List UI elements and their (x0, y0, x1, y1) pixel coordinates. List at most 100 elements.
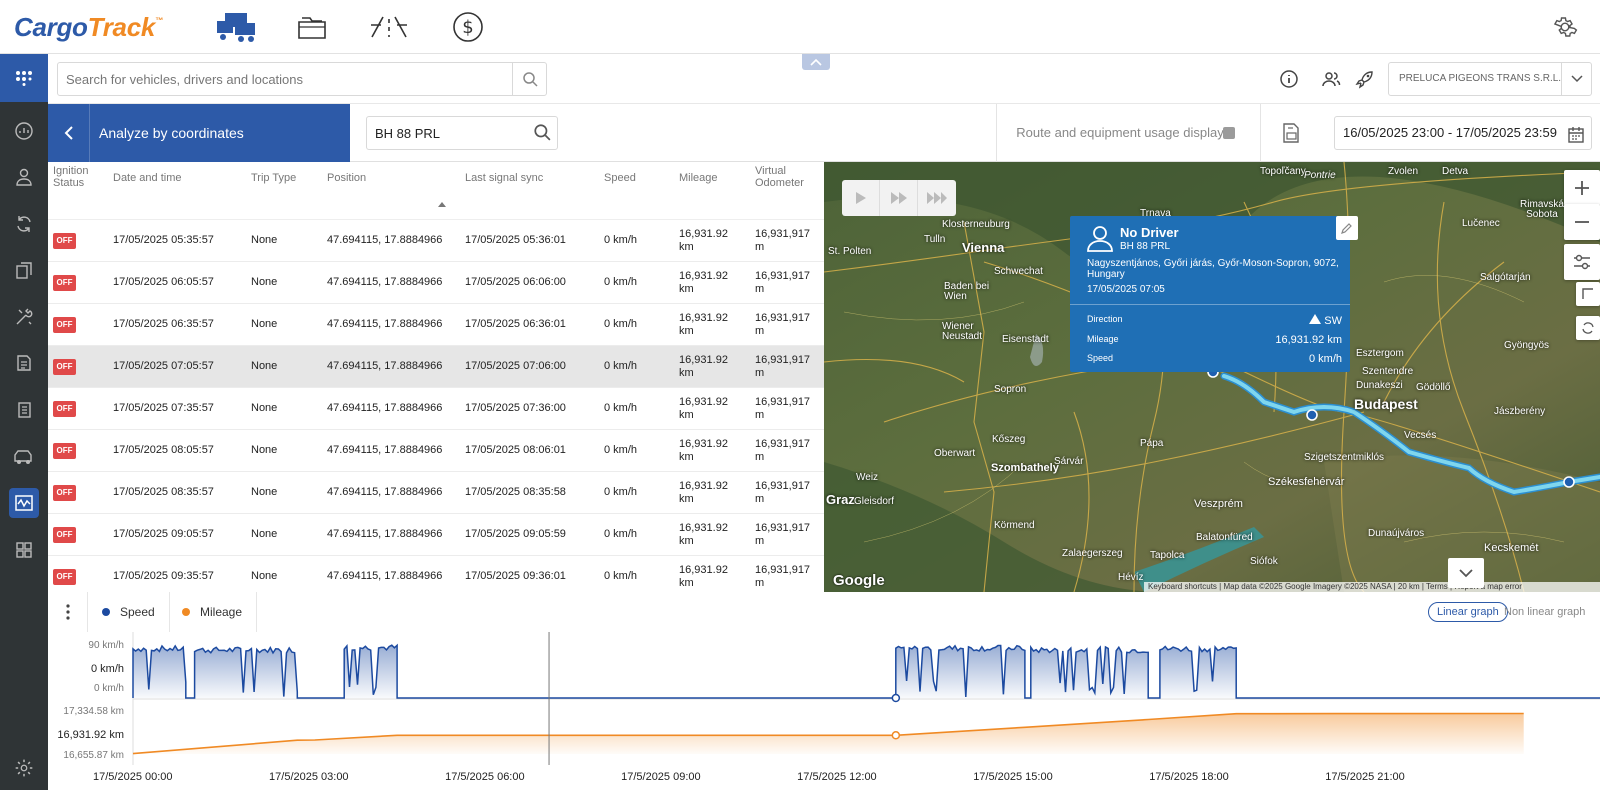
table-row[interactable]: OFF 17/05/2025 08:35:57 None 47.694115, 17.… (48, 472, 824, 514)
cell-trip: None (251, 570, 278, 582)
table-row[interactable]: OFF 17/05/2025 09:05:57 None 47.694115, 17.… (48, 514, 824, 556)
vehicle-input[interactable] (375, 117, 525, 149)
route-mode-select[interactable]: Route and equipment usage display (996, 104, 1242, 162)
popup-address: Nagyszentjános, Győri járás, Győr-Moson-… (1087, 258, 1339, 280)
cell-position: 47.694115, 17.8884966 (327, 570, 443, 582)
map-attribution[interactable]: Keyboard shortcuts | Map data ©2025 Goog… (1144, 582, 1600, 592)
mileage-dot-icon (182, 608, 190, 616)
col-odometer[interactable]: Virtual Odometer (755, 165, 815, 189)
documents-icon[interactable] (12, 259, 36, 283)
cell-mileage: 16,931.92 km (679, 270, 728, 295)
user-icon[interactable] (12, 165, 36, 189)
date-range-picker[interactable]: 16/05/2025 23:00 - 17/05/2025 23:59 (1334, 116, 1592, 150)
search-input[interactable] (66, 63, 506, 95)
users-icon[interactable] (1320, 68, 1342, 90)
col-mileage[interactable]: Mileage (679, 172, 718, 184)
cell-mileage: 16,931.92 km (679, 396, 728, 421)
toolbar: Route and equipment usage display 16/05/… (350, 104, 1600, 162)
map-settings-button[interactable] (1564, 244, 1600, 280)
cargotrack-logo[interactable]: CargoTrack™ (14, 12, 163, 43)
dollar-icon[interactable]: $ (446, 10, 490, 44)
mileage-axis-bottom: 16,655.87 km (63, 750, 124, 761)
search-icon[interactable] (533, 123, 553, 143)
map-label-schwechat: Schwechat (994, 266, 1043, 277)
table-row[interactable]: OFF 17/05/2025 08:05:57 None 47.694115, 17.… (48, 430, 824, 472)
col-datetime[interactable]: Date and time (113, 172, 181, 184)
trucks-icon[interactable] (214, 10, 258, 44)
map[interactable]: Vienna Budapest Graz Szombathely Kloster… (824, 162, 1600, 592)
vehicle-search-box (366, 116, 558, 150)
x-tick-label: 17/5/2025 06:00 (445, 771, 525, 783)
pencil-icon (1341, 223, 1352, 234)
cell-trip: None (251, 234, 278, 246)
col-position[interactable]: Position (327, 172, 366, 184)
company-select[interactable]: PRELUCA PIGEONS TRANS S.R.L. (1388, 62, 1592, 96)
collapse-header-button[interactable] (802, 54, 830, 70)
cell-mileage: 16,931.92 km (679, 522, 728, 547)
reports-icon[interactable] (12, 351, 36, 375)
play-button[interactable] (842, 180, 880, 216)
legend-mileage[interactable]: Mileage (168, 592, 258, 632)
road-icon[interactable] (367, 10, 411, 44)
mileage-axis-current: 16,931.92 km (57, 729, 124, 741)
map-layers-button[interactable] (1576, 282, 1600, 306)
back-button[interactable] (48, 104, 90, 162)
folders-icon[interactable] (290, 10, 334, 44)
dashboard-icon[interactable] (12, 119, 36, 143)
col-sync[interactable]: Last signal sync (465, 172, 543, 184)
map-refresh-button[interactable] (1576, 316, 1600, 340)
map-label-sarvar: Sárvár (1054, 456, 1084, 467)
map-collapse-button[interactable] (1448, 558, 1484, 588)
tools-icon[interactable] (12, 305, 36, 329)
gear-icon[interactable] (1552, 14, 1578, 40)
cell-trip: None (251, 444, 278, 456)
map-label-vecses: Vecsés (1404, 430, 1437, 441)
table-row[interactable]: OFF 17/05/2025 07:35:57 None 47.694115, 17.… (48, 388, 824, 430)
mileage-marker (891, 731, 901, 740)
cell-speed: 0 km/h (604, 570, 638, 582)
cell-position: 47.694115, 17.8884966 (327, 276, 443, 288)
apps-grid-icon[interactable] (0, 54, 48, 102)
cell-trip: None (251, 360, 278, 372)
refresh-icon[interactable] (12, 212, 36, 236)
legend-speed[interactable]: Speed (88, 592, 170, 632)
cell-position: 47.694115, 17.8884966 (327, 234, 443, 246)
table-row[interactable]: OFF 17/05/2025 06:35:57 None 47.694115, 17.… (48, 304, 824, 346)
cell-datetime: 17/05/2025 09:35:57 (113, 570, 214, 582)
map-label-salgotarjan: Salgótarján (1480, 272, 1531, 283)
zoom-in-button[interactable] (1564, 170, 1600, 206)
cell-datetime: 17/05/2025 08:05:57 (113, 444, 214, 456)
map-label-eisenstadt: Eisenstadt (1002, 334, 1049, 345)
gear-icon[interactable] (12, 756, 36, 780)
cell-mileage: 16,931.92 km (679, 564, 728, 589)
sort-asc-icon[interactable] (438, 202, 446, 207)
speed-area (133, 645, 1600, 698)
cell-position: 47.694115, 17.8884966 (327, 402, 443, 414)
speed-mileage-chart[interactable]: 90 km/h 0 km/h 0 km/h 17,334.58 km 16,93… (48, 632, 1600, 790)
edit-button[interactable] (1336, 216, 1358, 240)
search-icon[interactable] (512, 63, 546, 95)
table-row[interactable]: OFF 17/05/2025 07:05:57 None 47.694115, 17.… (48, 346, 824, 388)
non-linear-graph-button[interactable]: Non linear graph (1504, 602, 1585, 622)
col-trip[interactable]: Trip Type (251, 172, 296, 184)
col-ignition[interactable]: Ignition Status (53, 165, 101, 189)
rocket-icon[interactable] (1354, 68, 1376, 90)
map-label-szekesfehervar: Székesfehérvár (1268, 476, 1345, 488)
zoom-out-button[interactable] (1564, 204, 1600, 240)
info-icon[interactable] (1278, 68, 1300, 90)
table-row[interactable]: OFF 17/05/2025 05:35:57 None 47.694115, 17.… (48, 220, 824, 262)
fast-forward-button[interactable] (880, 180, 918, 216)
table-row[interactable]: OFF 17/05/2025 06:05:57 None 47.694115, 17.… (48, 262, 824, 304)
x-tick-label: 17/5/2025 15:00 (973, 771, 1053, 783)
files-icon[interactable] (12, 398, 36, 422)
linear-graph-button[interactable]: Linear graph (1428, 602, 1508, 622)
popup-speed-row: Speed 0 km/h (1087, 353, 1342, 365)
col-speed[interactable]: Speed (604, 172, 636, 184)
export-icon[interactable] (1280, 122, 1302, 144)
more-options-button[interactable] (48, 592, 88, 632)
widgets-icon[interactable] (12, 538, 36, 562)
fastest-forward-button[interactable] (918, 180, 956, 216)
table-row[interactable]: OFF 17/05/2025 09:35:57 None 47.694115, 17.… (48, 556, 824, 592)
analysis-icon[interactable] (9, 488, 39, 518)
vehicle-icon[interactable] (12, 445, 36, 469)
